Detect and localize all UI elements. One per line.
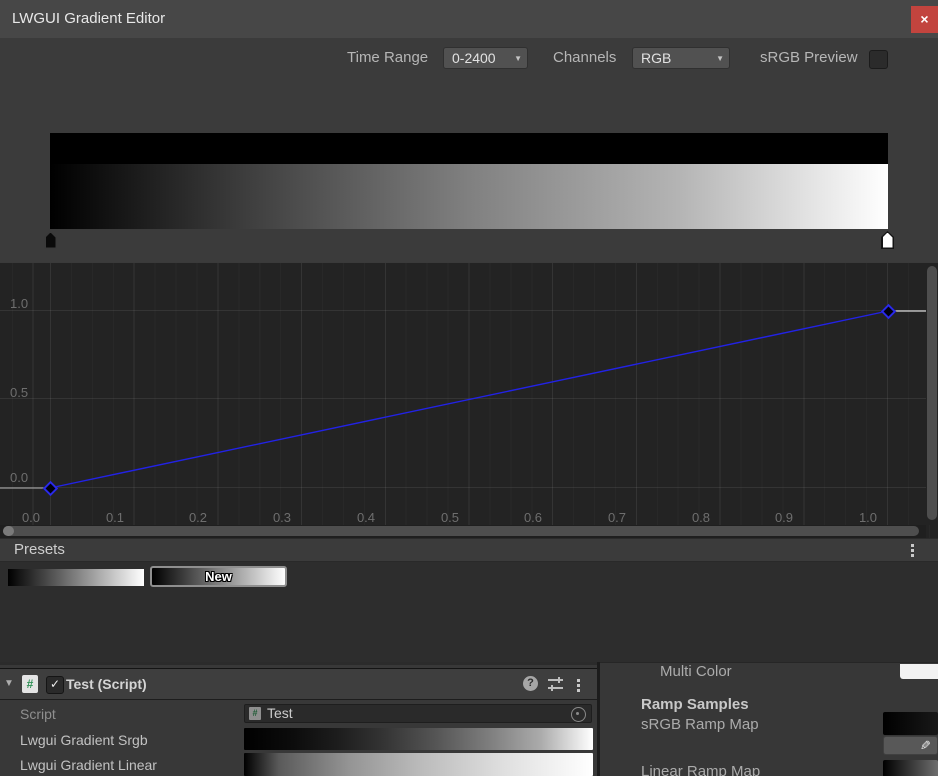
- x-axis-tick: 0.0: [11, 510, 51, 525]
- curve-line: [50, 311, 888, 488]
- horizontal-scrollbar[interactable]: [0, 525, 926, 538]
- lwgui-gradient-editor-window: LWGUI Gradient Editor × Time Range 0-240…: [0, 0, 938, 776]
- gradient-color-strip[interactable]: [50, 164, 888, 229]
- gradient-linear-field[interactable]: [244, 753, 593, 776]
- help-icon[interactable]: ?: [523, 676, 538, 691]
- foldout-triangle-icon[interactable]: ▼: [4, 678, 14, 690]
- curve-editor-panel[interactable]: 1.0 0.5 0.0 0.0 0.1 0.2 0.3 0.4 0.5 0.6 …: [0, 262, 938, 538]
- csharp-script-icon: #: [249, 707, 261, 720]
- y-axis-tick: 1.0: [10, 296, 44, 311]
- component-header[interactable]: ▼ # ✓ Test (Script) ?: [0, 668, 597, 700]
- script-row-label: Script: [20, 705, 56, 723]
- preset-swatch-gradient[interactable]: [8, 569, 144, 586]
- close-icon[interactable]: ×: [911, 6, 938, 33]
- window-title: LWGUI Gradient Editor: [12, 0, 165, 38]
- vertical-scrollbar-thumb[interactable]: [927, 266, 937, 520]
- pencil-icon: ✎: [920, 738, 931, 754]
- gradient-srgb-label: Lwgui Gradient Srgb: [20, 731, 148, 749]
- ramp-samples-header: Ramp Samples: [641, 696, 749, 714]
- x-axis-tick: 0.4: [346, 510, 386, 525]
- gradient-key-black[interactable]: [44, 231, 57, 249]
- presets-title: Presets: [14, 539, 65, 561]
- x-axis-tick: 0.8: [681, 510, 721, 525]
- gradient-linear-label: Lwgui Gradient Linear: [20, 756, 157, 774]
- horizontal-scrollbar-thumb[interactable]: [3, 526, 919, 536]
- y-axis-tick: 0.0: [10, 470, 44, 485]
- srgb-preview-checkbox[interactable]: [869, 50, 888, 69]
- gradient-key-white-fill: [883, 233, 893, 248]
- gradient-key-black-fill: [46, 233, 56, 248]
- srgb-ramp-map-label: sRGB Ramp Map: [641, 716, 759, 734]
- component-enabled-checkbox[interactable]: ✓: [46, 676, 64, 694]
- linear-ramp-map-label: Linear Ramp Map: [641, 763, 760, 776]
- time-range-label: Time Range: [347, 47, 428, 69]
- time-range-dropdown[interactable]: 0-2400 ▼: [443, 47, 528, 69]
- x-axis-tick: 0.9: [764, 510, 804, 525]
- preset-swatch-new[interactable]: New: [150, 566, 287, 587]
- edit-ramp-button[interactable]: ✎: [883, 736, 938, 755]
- x-axis-tick: 0.6: [513, 510, 553, 525]
- x-axis-tick: 0.3: [262, 510, 302, 525]
- csharp-script-icon: #: [22, 675, 38, 693]
- multi-color-label: Multi Color: [660, 663, 732, 681]
- chevron-down-icon: ▼: [716, 55, 724, 63]
- gradient-preview-bar[interactable]: [50, 133, 888, 229]
- x-axis-tick: 0.1: [95, 510, 135, 525]
- title-bar: LWGUI Gradient Editor ×: [0, 0, 938, 38]
- x-axis-tick: 0.7: [597, 510, 637, 525]
- x-axis-tick: 0.5: [430, 510, 470, 525]
- srgb-ramp-thumbnail[interactable]: [883, 712, 938, 735]
- component-title: Test (Script): [66, 669, 147, 699]
- horizontal-scrollbar-nub[interactable]: [3, 526, 14, 536]
- presets-menu-kebab-icon[interactable]: [911, 544, 914, 557]
- linear-ramp-thumbnail[interactable]: [883, 760, 938, 776]
- presets-header-bar: Presets: [0, 538, 938, 562]
- gradient-srgb-field[interactable]: [244, 728, 593, 750]
- x-axis-tick: 1.0: [848, 510, 888, 525]
- preset-new-label: New: [205, 569, 232, 584]
- time-range-value: 0-2400: [452, 50, 496, 66]
- vertical-scrollbar[interactable]: [926, 263, 938, 525]
- chevron-down-icon: ▼: [514, 55, 522, 63]
- x-axis-tick: 0.2: [178, 510, 218, 525]
- gradient-alpha-strip[interactable]: [50, 133, 888, 164]
- presets-sliders-icon[interactable]: [548, 678, 563, 690]
- presets-body: [0, 562, 938, 662]
- gradient-key-white[interactable]: [881, 231, 894, 249]
- srgb-preview-label: sRGB Preview: [760, 47, 858, 69]
- channels-label: Channels: [553, 47, 616, 69]
- script-object-field[interactable]: # Test: [244, 704, 592, 723]
- channels-dropdown[interactable]: RGB ▼: [632, 47, 730, 69]
- multi-color-swatch[interactable]: [900, 664, 938, 679]
- curve-canvas[interactable]: [0, 263, 938, 539]
- object-picker-icon[interactable]: [571, 707, 586, 722]
- y-axis-tick: 0.5: [10, 385, 44, 400]
- material-panel: Multi Color Ramp Samples sRGB Ramp Map ✎…: [600, 662, 938, 776]
- script-object-value: Test: [267, 705, 293, 722]
- component-menu-kebab-icon[interactable]: [577, 679, 580, 692]
- channels-value: RGB: [641, 50, 671, 66]
